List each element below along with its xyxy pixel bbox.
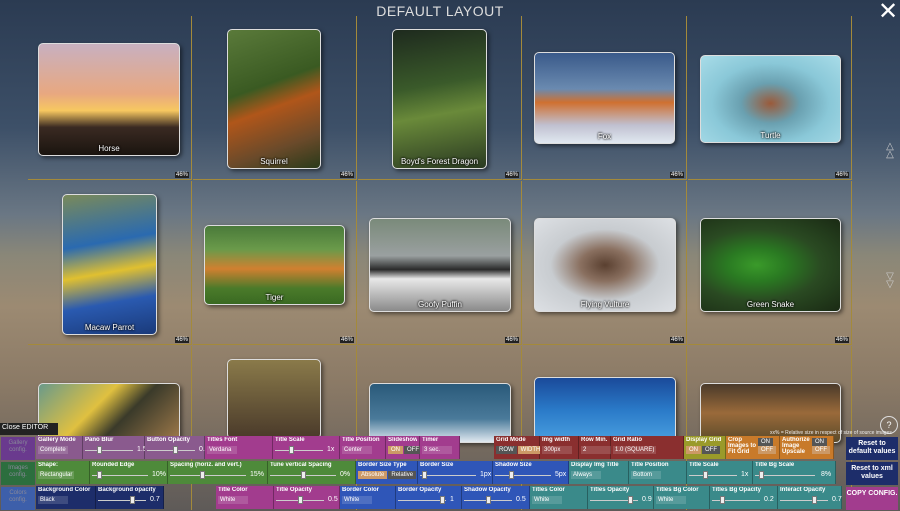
gallery-mode-select[interactable]: Gallery Mode Complete: [36, 436, 83, 459]
title-scale-slider[interactable]: Title Scale 1x: [687, 461, 753, 484]
grid-cell: Turtle 46%: [688, 16, 852, 180]
gallery-image-puffin[interactable]: Goofy Puffin: [369, 218, 511, 312]
gallery-image-vulture[interactable]: Flying Vulture: [534, 218, 676, 312]
titles-opacity-slider[interactable]: Titles Opacity 0.9: [588, 486, 654, 509]
image-caption: Macaw Parrot: [84, 323, 135, 332]
vertical-spacing-slider[interactable]: Tune vertical Spacing 0%: [268, 461, 356, 484]
config-editor: Gallery config. Images config. Colors co…: [0, 436, 900, 511]
gallery-image-tiger[interactable]: Tiger: [204, 225, 345, 305]
gallery-image-squirrel[interactable]: Squirrel: [227, 29, 321, 169]
button-opacity-slider[interactable]: Button Opacity 0.6: [145, 436, 209, 459]
image-caption: Squirrel: [260, 157, 288, 166]
title-opacity-slider[interactable]: Title Opacity 0.5: [274, 486, 340, 509]
titles-color-select[interactable]: Titles Color White: [530, 486, 588, 509]
image-caption: Boyd's Forest Dragon: [400, 157, 479, 166]
gallery-image-snake[interactable]: Green Snake: [700, 218, 841, 312]
size-badge: 46%: [174, 337, 189, 343]
gallery-image[interactable]: [227, 359, 321, 439]
grid-cell: Tiger 46%: [193, 181, 357, 345]
gallery-image[interactable]: [369, 383, 511, 443]
display-grid-toggle[interactable]: Display Grid ON OFF: [684, 436, 726, 459]
titles-bg-opacity-slider[interactable]: Titles Bg Opacity 0.2: [710, 486, 778, 509]
scroll-up-icon[interactable]: △ △: [884, 142, 896, 160]
title-scale-slider[interactable]: Title Scale 1x: [273, 436, 340, 459]
images-config-tab[interactable]: Images config.: [1, 462, 35, 485]
scroll-down-icon[interactable]: ▽ ▽: [884, 272, 896, 290]
size-badge: 46%: [669, 172, 684, 178]
grid-cell: Green Snake 46%: [688, 181, 852, 345]
size-badge: 46%: [504, 172, 519, 178]
size-badge: 46%: [504, 337, 519, 343]
titles-bg-color-select[interactable]: Titles Bg Color White: [654, 486, 710, 509]
border-color-select[interactable]: Border Color White: [340, 486, 396, 509]
shadow-opacity-slider[interactable]: Shadow Opacity 0.5: [462, 486, 530, 509]
pano-blur-slider[interactable]: Pano Blur 1.5: [83, 436, 147, 459]
reset-xml-button[interactable]: Reset to xml values: [846, 462, 898, 485]
gallery-image[interactable]: [38, 383, 180, 443]
size-badge: 46%: [339, 337, 354, 343]
grid-mode-toggle[interactable]: Grid Mode ROW WIDTH: [494, 436, 544, 459]
slideshow-toggle[interactable]: Slideshow ON OFF: [386, 436, 422, 459]
row-min-select[interactable]: Row Min. 2: [579, 436, 611, 459]
grid-cell: Boyd's Forest Dragon 46%: [358, 16, 522, 180]
size-badge: 46%: [834, 172, 849, 178]
gallery-image-horse[interactable]: Horse: [38, 43, 180, 156]
colors-config-tab[interactable]: Colors config.: [1, 487, 35, 510]
grid-cell: Horse 46%: [28, 16, 192, 180]
size-badge: 46%: [339, 172, 354, 178]
title-bg-scale-slider[interactable]: Title Bg Scale 8%: [753, 461, 836, 484]
title-position-select[interactable]: Title Position Bottom: [629, 461, 687, 484]
rounded-edge-slider[interactable]: Rounded Edge 10%: [90, 461, 168, 484]
image-caption: Goofy Puffin: [418, 300, 462, 309]
image-caption: Tiger: [265, 293, 284, 302]
image-upscale-toggle[interactable]: Authorize Image Upscale ON OFF: [780, 436, 834, 459]
grid-cell: Flying Vulture 46%: [523, 181, 687, 345]
gallery-image-turtle[interactable]: Turtle: [700, 55, 841, 143]
spacing-slider[interactable]: Spacing (horiz. and vert.) 15%: [168, 461, 268, 484]
grid-ratio-select[interactable]: Grid Ratio 1.0 (SQUARE): [611, 436, 684, 459]
gallery-image-macaw[interactable]: Macaw Parrot: [62, 194, 157, 335]
grid-cell: Squirrel 46%: [193, 16, 357, 180]
gallery-image-dragon[interactable]: Boyd's Forest Dragon: [392, 29, 487, 169]
gallery-image-fox[interactable]: Fox: [534, 52, 675, 144]
image-caption: Fox: [597, 132, 612, 141]
crop-images-toggle[interactable]: Crop Images to Fit Grid ON OFF: [726, 436, 780, 459]
size-badge: 46%: [834, 337, 849, 343]
interact-opacity-slider[interactable]: Interact Opacity 0.7: [778, 486, 842, 509]
close-icon[interactable]: ✕: [878, 0, 898, 24]
background-color-select[interactable]: Background Color Black: [36, 486, 96, 509]
image-caption: Flying Vulture: [580, 300, 630, 309]
border-size-slider[interactable]: Border Size 1px: [418, 461, 493, 484]
display-img-title-select[interactable]: Display Img Title Always: [569, 461, 629, 484]
size-badge: 46%: [669, 337, 684, 343]
size-badge: 46%: [174, 172, 189, 178]
img-width-select[interactable]: Img width 300px: [540, 436, 579, 459]
image-caption: Green Snake: [746, 300, 795, 309]
close-editor-button[interactable]: Close EDITOR: [0, 423, 58, 435]
shape-select[interactable]: Shape: Rectangular: [36, 461, 90, 484]
image-caption: Turtle: [760, 131, 781, 140]
title-color-select[interactable]: Title Color White: [216, 486, 274, 509]
border-opacity-slider[interactable]: Border Opacity 1: [396, 486, 462, 509]
timer-select[interactable]: Timer 3 sec.: [420, 436, 460, 459]
image-caption: Horse: [98, 144, 120, 153]
border-size-type-toggle[interactable]: Border Size Type Absolute Relative: [356, 461, 418, 484]
gallery-config-tab[interactable]: Gallery config.: [1, 437, 35, 460]
shadow-size-slider[interactable]: Shadow Size 5px: [493, 461, 569, 484]
grid-cell: Macaw Parrot 46%: [28, 181, 192, 345]
gallery-image[interactable]: [534, 377, 676, 443]
reset-default-button[interactable]: Reset to default values: [846, 437, 898, 460]
title-position-select[interactable]: Title Position Center: [340, 436, 386, 459]
background-opacity-slider[interactable]: Background opacity 0.7: [96, 486, 164, 509]
copy-config-button[interactable]: COPY CONFIG.: [846, 487, 898, 510]
grid-cell: Goofy Puffin 46%: [358, 181, 522, 345]
titles-font-select[interactable]: Titles Font Verdana: [205, 436, 273, 459]
grid-cell: Fox 46%: [523, 16, 687, 180]
